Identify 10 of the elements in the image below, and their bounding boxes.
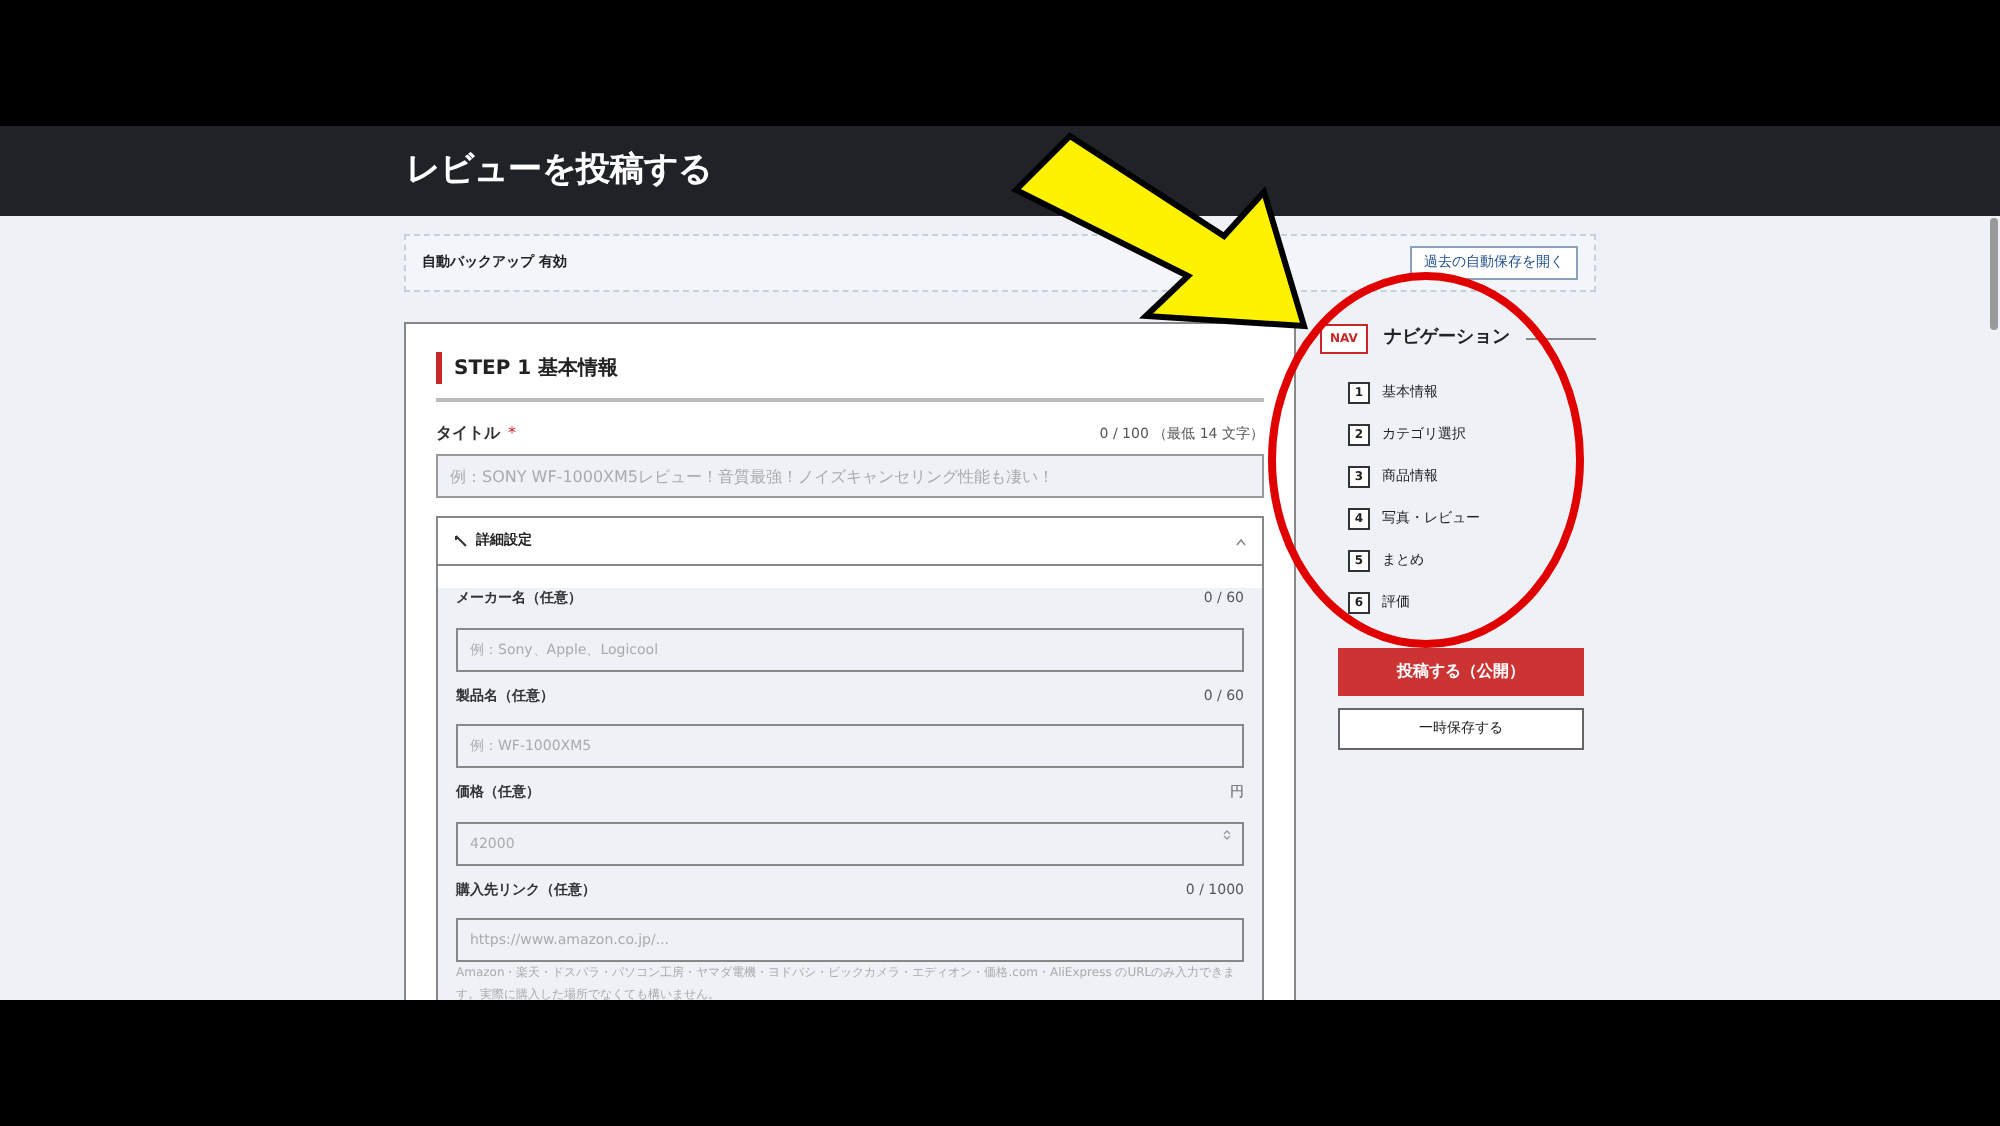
- pencil-icon: [454, 534, 468, 548]
- nav-title: ナビゲーション: [1383, 325, 1510, 352]
- spinner-icon[interactable]: [1222, 827, 1232, 841]
- publish-button[interactable]: 投稿する（公開）: [1338, 648, 1584, 696]
- scrollbar-thumb: [1990, 218, 1998, 330]
- required-marker: *: [508, 422, 516, 446]
- title-input[interactable]: 例：SONY WF-1000XM5レビュー！音質最強！ノイズキャンセリング性能も凄い！: [436, 454, 1264, 498]
- field-label: タイトル: [436, 422, 500, 446]
- step-heading: STEP 1 基本情報: [454, 355, 619, 383]
- page-title: レビューを投稿する: [406, 147, 712, 194]
